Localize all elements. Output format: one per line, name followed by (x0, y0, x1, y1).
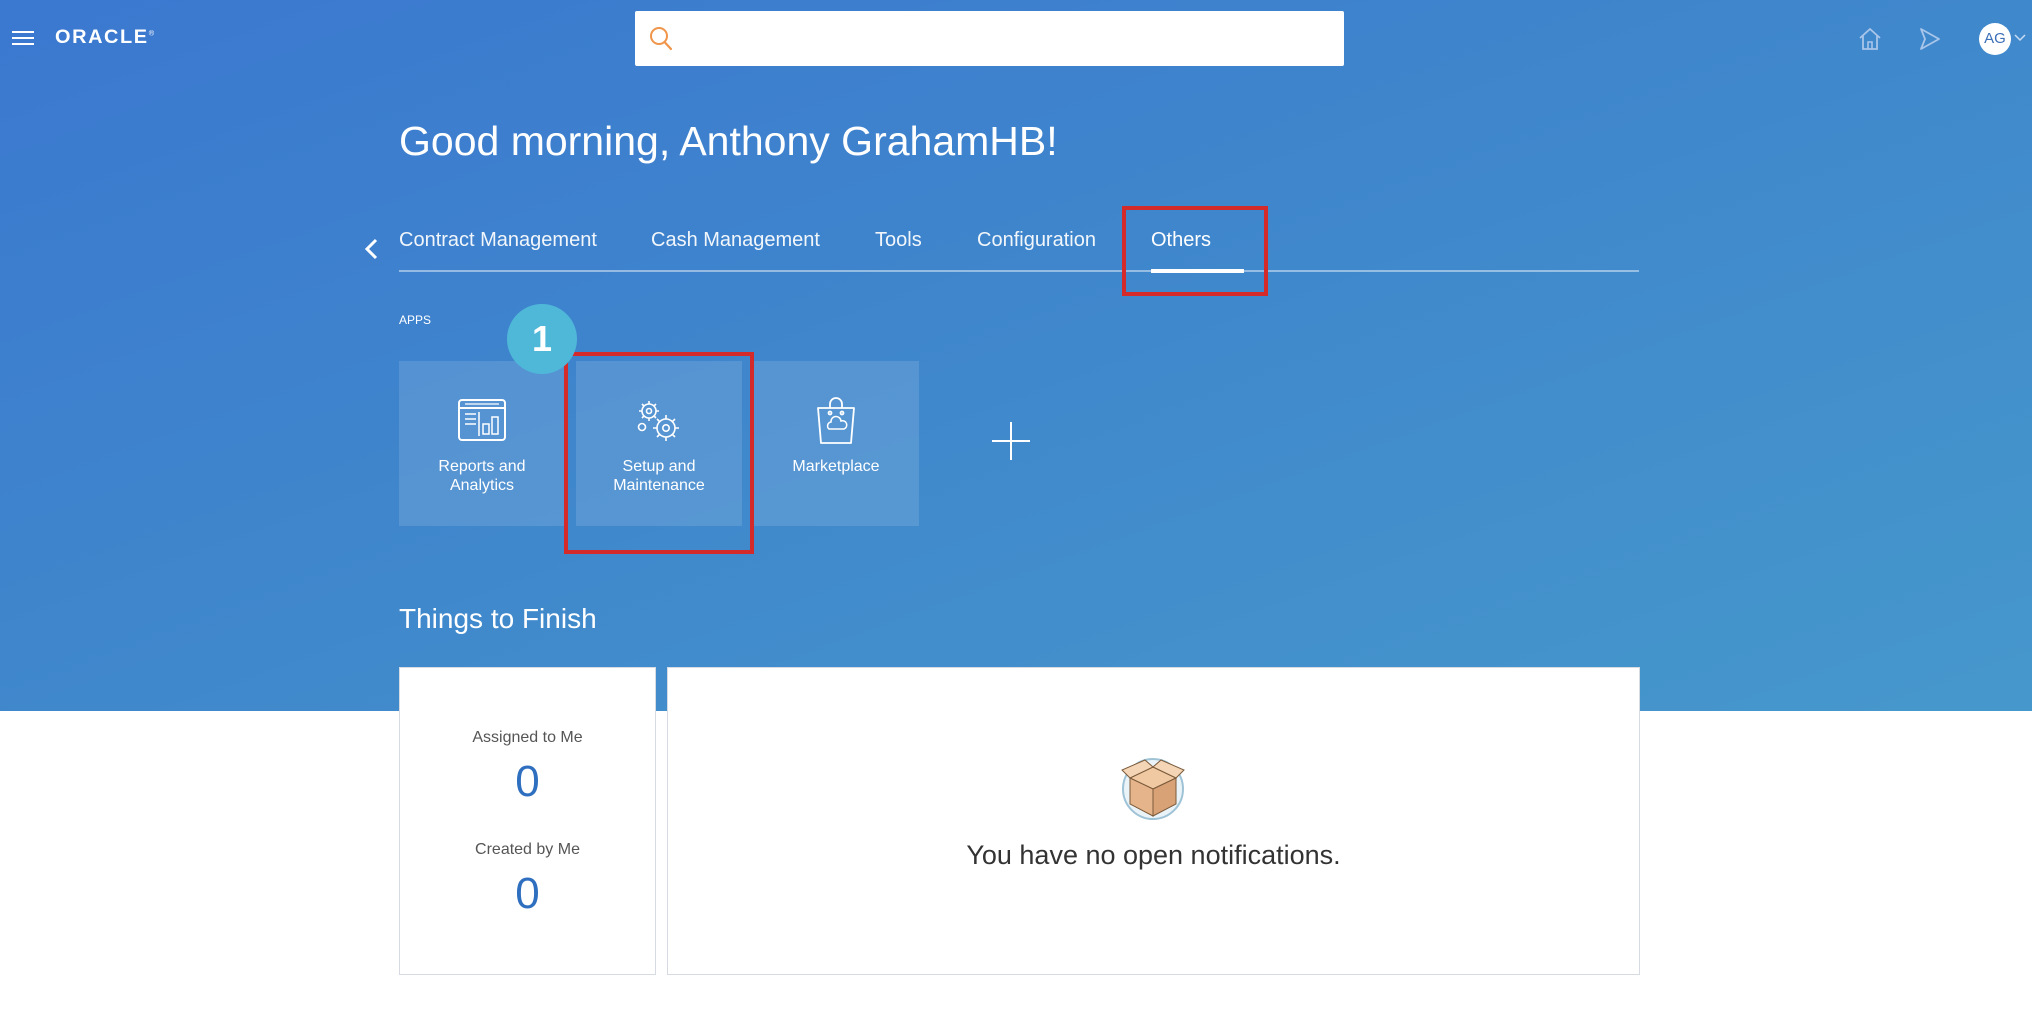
search-icon[interactable] (647, 25, 675, 53)
menu-icon[interactable] (12, 31, 34, 47)
search-input[interactable] (681, 19, 1325, 59)
highlight-box-setup-tile (564, 352, 754, 554)
navigator-icon[interactable] (1915, 25, 1943, 53)
chevron-down-icon[interactable] (2014, 33, 2026, 43)
app-tile-label: Reports and Analytics (438, 458, 526, 494)
oracle-logo[interactable]: ORACLE® (55, 27, 156, 49)
highlight-box-others-tab (1122, 206, 1268, 296)
step-number-badge: 1 (507, 304, 577, 374)
things-to-finish-card: Assigned to Me 0 Created by Me 0 (399, 667, 656, 975)
page: ORACLE® AG Good morning, Anthony GrahamH… (0, 0, 2032, 1010)
tab-contract-management[interactable]: Contract Management (399, 229, 597, 252)
tab-configuration[interactable]: Configuration (977, 229, 1096, 252)
chevron-left-icon[interactable] (362, 236, 382, 262)
tab-tools[interactable]: Tools (875, 229, 922, 252)
page-greeting: Good morning, Anthony GrahamHB! (399, 118, 1058, 164)
add-app-icon[interactable] (990, 420, 1032, 462)
home-icon[interactable] (1856, 25, 1884, 53)
app-tile-marketplace[interactable]: Marketplace (753, 361, 919, 526)
created-by-me-label: Created by Me (475, 841, 580, 858)
global-search[interactable] (635, 11, 1344, 66)
things-to-finish-title: Things to Finish (399, 603, 597, 634)
assigned-to-me-count[interactable]: 0 (400, 757, 655, 807)
app-tile-reports-and-analytics[interactable]: Reports and Analytics (399, 361, 565, 526)
assigned-to-me-label: Assigned to Me (472, 729, 583, 746)
notifications-card: You have no open notifications. (667, 667, 1640, 975)
reports-icon (458, 399, 506, 441)
created-by-me-count[interactable]: 0 (400, 869, 655, 919)
hero-banner (0, 0, 2032, 711)
tab-cash-management[interactable]: Cash Management (651, 229, 820, 252)
marketplace-bag-icon (817, 397, 855, 444)
apps-section-label: APPS (399, 313, 432, 327)
app-tile-label: Marketplace (792, 458, 880, 475)
user-avatar[interactable]: AG (1979, 23, 2011, 55)
empty-box-icon (1121, 758, 1185, 820)
no-notifications-message: You have no open notifications. (966, 840, 1341, 870)
tabs-divider (399, 270, 1639, 272)
